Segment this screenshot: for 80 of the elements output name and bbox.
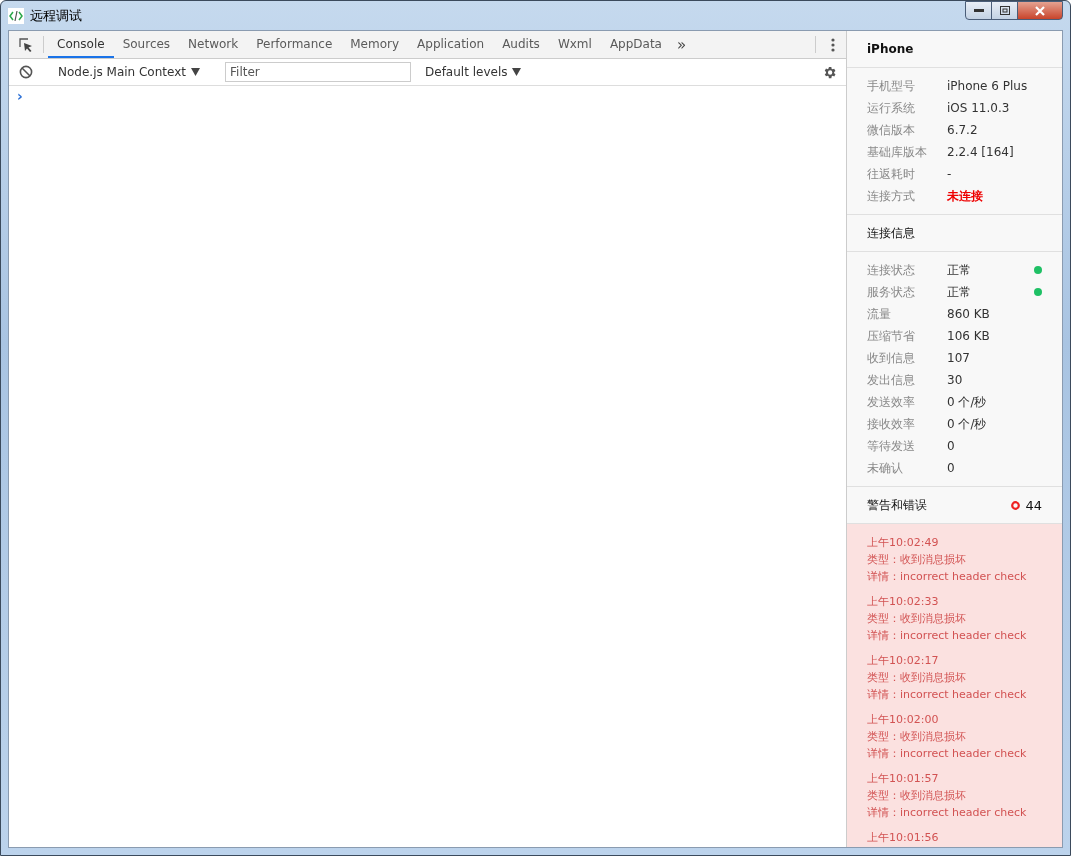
- error-time: 上午10:01:56: [867, 830, 940, 846]
- info-label: 连接状态: [867, 261, 916, 279]
- filter-field[interactable]: Filter: [225, 62, 411, 82]
- error-detail: 详情：incorrect header check: [867, 628, 1028, 644]
- info-value: 正常: [947, 261, 972, 279]
- error-type: 类型：收到消息损坏: [867, 729, 967, 745]
- minimize-icon: [973, 8, 984, 13]
- panel-tab[interactable]: Sources: [113, 31, 180, 58]
- error-detail: 详情：incorrect header check: [867, 746, 1028, 762]
- info-label: 未确认: [867, 459, 904, 477]
- info-label: 流量: [867, 305, 892, 323]
- context-dropdown[interactable]: Node.js Main Context: [52, 65, 206, 79]
- info-value: 6.7.2: [947, 123, 979, 137]
- error-time: 上午10:02:49: [867, 535, 940, 551]
- caret-icon: [191, 68, 200, 76]
- restore-icon: [999, 6, 1010, 15]
- error-type: 类型：收到消息损坏: [867, 611, 967, 627]
- panel-heading: iPhone: [867, 42, 914, 56]
- info-label: 基础库版本: [867, 143, 928, 161]
- info-value: 0: [947, 461, 956, 475]
- info-label: 手机型号: [867, 77, 916, 95]
- more-tabs-button[interactable]: »: [671, 31, 693, 58]
- context-label: Node.js Main Context: [58, 65, 186, 79]
- info-label: 连接方式: [867, 187, 916, 205]
- error-detail: 详情：incorrect header check: [867, 805, 1028, 821]
- minimize-button[interactable]: [965, 1, 992, 20]
- levels-dropdown[interactable]: Default levels: [419, 65, 528, 79]
- error-type: 类型：收到消息损坏: [867, 552, 967, 568]
- panel-tab[interactable]: Wxml: [548, 31, 601, 58]
- panel-tab[interactable]: Application: [408, 31, 494, 58]
- close-button[interactable]: [1017, 1, 1063, 20]
- maximize-button[interactable]: [991, 1, 1018, 20]
- info-value: 860 KB: [947, 307, 991, 321]
- console-prompt: ›: [17, 88, 23, 104]
- panel-tab[interactable]: AppData: [600, 31, 671, 58]
- error-type: 类型：收到消息损坏: [867, 670, 967, 686]
- info-value: 106 KB: [947, 329, 991, 343]
- info-value: -: [947, 167, 953, 181]
- info-label: 往返耗时: [867, 165, 916, 183]
- error-detail: 详情：incorrect header check: [867, 687, 1028, 703]
- levels-label: Default levels: [425, 65, 508, 79]
- error-time: 上午10:01:57: [867, 771, 940, 787]
- info-label: 发出信息: [867, 371, 916, 389]
- info-label: 等待发送: [867, 437, 916, 455]
- error-detail: 详情：incorrect header check: [867, 569, 1028, 585]
- error-count: 44: [1025, 497, 1042, 513]
- window-title: 远程调试: [30, 6, 82, 25]
- error-time: 上午10:02:00: [867, 712, 940, 728]
- info-value: 0 个/秒: [947, 415, 988, 433]
- info-value: 0: [947, 439, 956, 453]
- info-label: 压缩节省: [867, 327, 916, 345]
- error-type: 类型：收到消息损坏: [867, 788, 967, 804]
- error-icon: [1011, 500, 1021, 510]
- info-label: 接收效率: [867, 415, 916, 433]
- info-label: 运行系统: [867, 99, 916, 117]
- info-value: 0 个/秒: [947, 393, 988, 411]
- info-value: 正常: [947, 283, 972, 301]
- info-value: iPhone 6 Plus: [947, 79, 1029, 93]
- section-heading: 连接信息: [867, 224, 915, 242]
- panel-tab[interactable]: Audits: [493, 31, 549, 58]
- panel-tab[interactable]: Console: [48, 31, 114, 58]
- info-value: 30: [947, 373, 964, 387]
- error-time: 上午10:02:17: [867, 653, 940, 669]
- info-value: 2.2.4 [164]: [947, 145, 1015, 159]
- info-label: 发送效率: [867, 393, 916, 411]
- panel-tab[interactable]: Performance: [247, 31, 342, 58]
- info-label: 收到信息: [867, 349, 916, 367]
- info-label: 微信版本: [867, 121, 916, 139]
- error-time: 上午10:02:33: [867, 594, 940, 610]
- panel-tab[interactable]: Network: [179, 31, 248, 58]
- app-code-icon: [8, 7, 24, 24]
- info-value: iOS 11.0.3: [947, 101, 1011, 115]
- section-heading: 警告和错误: [867, 496, 927, 514]
- close-icon: [1035, 5, 1045, 16]
- info-label: 服务状态: [867, 283, 916, 301]
- cursor-icon: [18, 36, 34, 53]
- status-value: 未连接: [947, 187, 984, 205]
- info-value: 107: [947, 351, 971, 365]
- caret-icon: [512, 68, 522, 76]
- panel-tab[interactable]: Memory: [341, 31, 409, 58]
